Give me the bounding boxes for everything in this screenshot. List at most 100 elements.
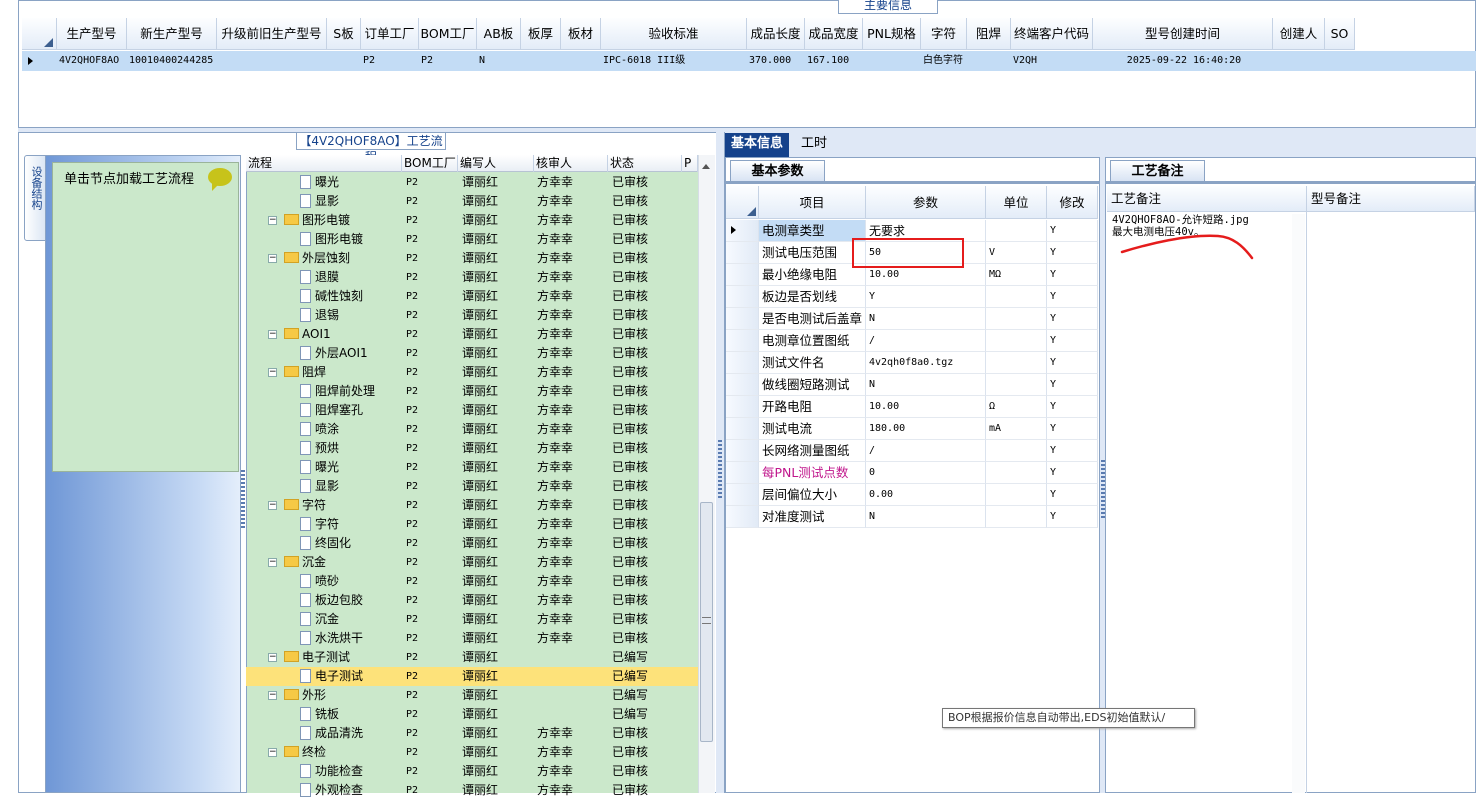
param-unit[interactable] — [986, 374, 1047, 396]
tree-node[interactable]: 曝光 — [300, 458, 339, 477]
param-modify[interactable]: Y — [1047, 374, 1098, 396]
param-modify[interactable]: Y — [1047, 462, 1098, 484]
tree-node[interactable]: 水洗烘干 — [300, 629, 363, 648]
vertical-splitter-grip[interactable] — [718, 440, 722, 500]
tree-row[interactable]: 阻焊前处理 P2 谭丽红 方幸幸 已审核 — [246, 382, 698, 401]
param-row[interactable]: 每PNL测试点数 0 Y — [726, 462, 1098, 484]
param-unit[interactable] — [986, 440, 1047, 462]
grid-col-9[interactable]: 验收标准 — [601, 18, 747, 50]
tree-folder[interactable]: AOI1 — [284, 325, 331, 344]
param-value[interactable]: 0.00 — [866, 484, 986, 506]
tree-row[interactable]: 预烘 P2 谭丽红 方幸幸 已审核 — [246, 439, 698, 458]
grid-col-18[interactable]: SO — [1325, 18, 1355, 50]
grid-col-13[interactable]: 字符 — [921, 18, 967, 50]
grid-col-15[interactable]: 终端客户代码 — [1011, 18, 1093, 50]
param-row[interactable]: 长网络测量图纸 / Y — [726, 440, 1098, 462]
grid-cell-5[interactable]: P2 — [419, 51, 477, 71]
tree-folder[interactable]: 图形电镀 — [284, 211, 350, 230]
param-unit[interactable] — [986, 506, 1047, 528]
grid-cell-0[interactable]: 4V2QHOF8AO — [57, 51, 127, 71]
tree-row[interactable]: − 图形电镀 P2 谭丽红 方幸幸 已审核 — [246, 211, 698, 230]
grid-col-14[interactable]: 阻焊 — [967, 18, 1011, 50]
tree-node[interactable]: 喷涂 — [300, 420, 339, 439]
param-unit[interactable]: V — [986, 242, 1047, 264]
tree-folder[interactable]: 阻焊 — [284, 363, 326, 382]
tree-folder[interactable]: 沉金 — [284, 553, 326, 572]
param-modify[interactable]: Y — [1047, 440, 1098, 462]
param-modify[interactable]: Y — [1047, 352, 1098, 374]
param-row[interactable]: 做线圈短路测试 N Y — [726, 374, 1098, 396]
tree-folder[interactable]: 电子测试 — [284, 648, 350, 667]
param-unit[interactable]: mA — [986, 418, 1047, 440]
remarks-scrollbar[interactable] — [1292, 214, 1305, 793]
param-row[interactable]: 测试文件名 4v2qh0f8a0.tgz Y — [726, 352, 1098, 374]
param-value[interactable]: 0 — [866, 462, 986, 484]
tree-node[interactable]: 阻焊前处理 — [300, 382, 375, 401]
grid-cell-14[interactable] — [967, 51, 1011, 71]
param-modify[interactable]: Y — [1047, 242, 1098, 264]
params-col-modify[interactable]: 修改 — [1047, 186, 1098, 219]
tree-node[interactable]: 字符 — [300, 515, 339, 534]
grid-cell-16[interactable]: 2025-09-22 16:40:20 — [1093, 51, 1273, 71]
collapse-icon[interactable]: − — [268, 558, 277, 567]
tree-row[interactable]: 成品清洗 P2 谭丽红 方幸幸 已审核 — [246, 724, 698, 743]
param-unit[interactable] — [986, 330, 1047, 352]
tree-node[interactable]: 退膜 — [300, 268, 339, 287]
grid-cell-13[interactable]: 白色字符 — [921, 51, 967, 71]
tab-basic-params[interactable]: 基本参数 — [730, 160, 825, 182]
grid-col-0[interactable]: 生产型号 — [57, 18, 127, 50]
param-value[interactable]: N — [866, 506, 986, 528]
param-value[interactable]: 10.00 — [866, 396, 986, 418]
grid-col-4[interactable]: 订单工厂 — [361, 18, 419, 50]
tree-node[interactable]: 终固化 — [300, 534, 351, 553]
tab-work-hours[interactable]: 工时 — [795, 133, 833, 157]
tree-row[interactable]: − 字符 P2 谭丽红 方幸幸 已审核 — [246, 496, 698, 515]
nav-node-box[interactable] — [52, 162, 239, 472]
tree-folder[interactable]: 终检 — [284, 743, 326, 762]
param-modify[interactable]: Y — [1047, 396, 1098, 418]
grid-cell-12[interactable] — [863, 51, 921, 71]
grid-col-7[interactable]: 板厚 — [521, 18, 561, 50]
tree-row[interactable]: 曝光 P2 谭丽红 方幸幸 已审核 — [246, 173, 698, 192]
params-col-unit[interactable]: 单位 — [986, 186, 1047, 219]
tree-node[interactable]: 喷砂 — [300, 572, 339, 591]
collapse-icon[interactable]: − — [268, 501, 277, 510]
param-modify[interactable]: Y — [1047, 330, 1098, 352]
param-row[interactable]: 对准度测试 N Y — [726, 506, 1098, 528]
tree-col-reviewer[interactable]: 核审人 — [534, 155, 608, 172]
param-unit[interactable]: Ω — [986, 396, 1047, 418]
tree-node[interactable]: 外观检查 — [300, 781, 363, 800]
tree-row[interactable]: − 终检 P2 谭丽红 方幸幸 已审核 — [246, 743, 698, 762]
tree-folder[interactable]: 外形 — [284, 686, 326, 705]
param-unit[interactable] — [986, 308, 1047, 330]
grid-col-8[interactable]: 板材 — [561, 18, 601, 50]
param-unit[interactable] — [986, 352, 1047, 374]
tree-row[interactable]: 外层AOI1 P2 谭丽红 方幸幸 已审核 — [246, 344, 698, 363]
param-row[interactable]: 测试电流 180.00 mA Y — [726, 418, 1098, 440]
tree-col-p[interactable]: P — [682, 155, 698, 172]
param-value[interactable]: 4v2qh0f8a0.tgz — [866, 352, 986, 374]
params-col-value[interactable]: 参数 — [866, 186, 986, 219]
grid-col-2[interactable]: 升级前旧生产型号 — [217, 18, 327, 50]
grid-col-3[interactable]: S板 — [327, 18, 361, 50]
param-row[interactable]: 是否电测试后盖章 N Y — [726, 308, 1098, 330]
tree-node[interactable]: 电子测试 — [300, 667, 363, 686]
tree-node[interactable]: 显影 — [300, 192, 339, 211]
param-unit[interactable] — [986, 286, 1047, 308]
grid-col-5[interactable]: BOM工厂 — [419, 18, 477, 50]
param-modify[interactable]: Y — [1047, 264, 1098, 286]
collapse-icon[interactable]: − — [268, 368, 277, 377]
grid-cell-11[interactable]: 167.100 — [805, 51, 863, 71]
tab-process-remark[interactable]: 工艺备注 — [1110, 160, 1205, 182]
param-modify[interactable]: Y — [1047, 506, 1098, 528]
param-value[interactable]: / — [866, 330, 986, 352]
tree-row[interactable]: 曝光 P2 谭丽红 方幸幸 已审核 — [246, 458, 698, 477]
tree-col-status[interactable]: 状态 — [608, 155, 682, 172]
collapse-icon[interactable]: − — [268, 330, 277, 339]
param-value[interactable]: 180.00 — [866, 418, 986, 440]
param-unit[interactable] — [986, 484, 1047, 506]
tree-node[interactable]: 碱性蚀刻 — [300, 287, 363, 306]
param-value[interactable]: Y — [866, 286, 986, 308]
param-value[interactable]: / — [866, 440, 986, 462]
tree-node[interactable]: 曝光 — [300, 173, 339, 192]
